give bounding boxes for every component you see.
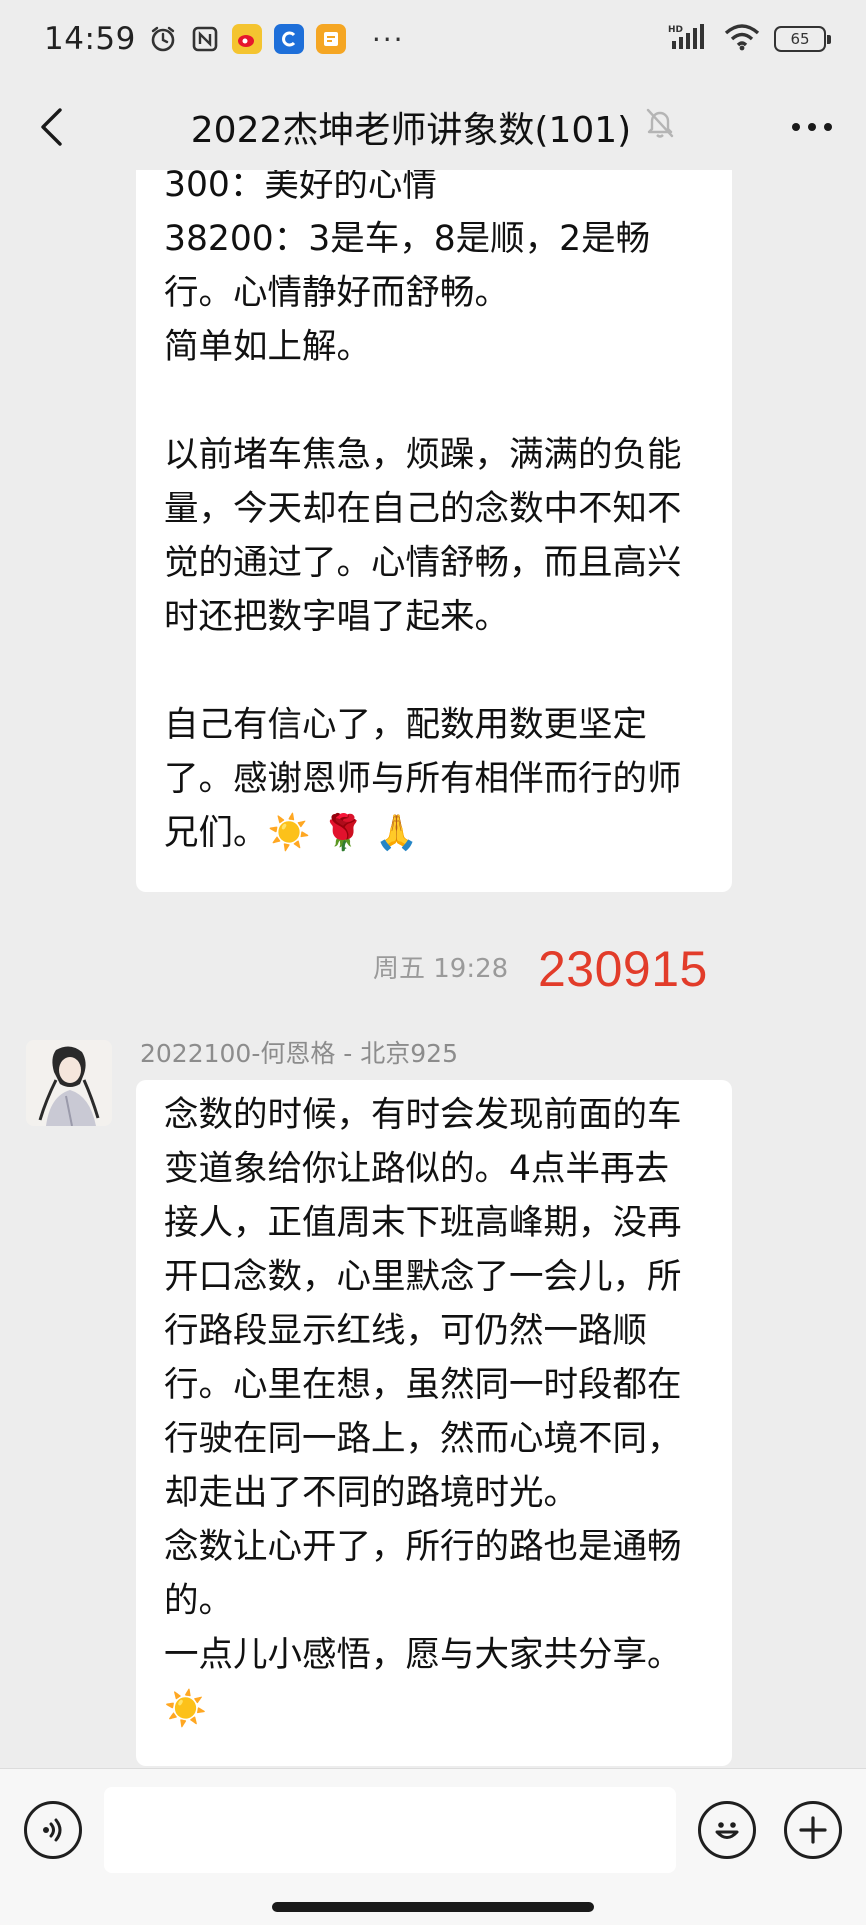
status-bar: 14:59 ··· HD 65: [0, 0, 866, 78]
chat-title: 2022杰坤老师讲象数(101): [191, 101, 675, 153]
message-line: 了。感谢恩师与所有相伴而行的师: [164, 759, 682, 799]
plus-icon: [799, 1816, 827, 1844]
emoji-button[interactable]: [698, 1801, 756, 1859]
message-line: 变道象给你让路似的。4点半再去: [164, 1149, 669, 1189]
message-line: 简单如上解。: [164, 327, 371, 367]
status-time: 14:59: [44, 21, 136, 57]
back-button[interactable]: [26, 102, 76, 152]
message-line: 却走出了不同的路境时光。: [164, 1473, 578, 1513]
voice-icon: [43, 1818, 62, 1842]
message-line: 行。心情静好而舒畅。: [164, 273, 509, 313]
message-input[interactable]: [104, 1787, 676, 1873]
plus-button[interactable]: [784, 1801, 842, 1859]
message-line: 觉的通过了。心情舒畅，而且高兴: [164, 543, 682, 583]
message-line: 时还把数字唱了起来。: [164, 597, 509, 637]
message-line: 兄们。: [164, 813, 268, 853]
message-line: 以前堵车焦急，烦躁，满满的负能: [164, 435, 682, 475]
message-line: 念数的时候，有时会发现前面的车: [164, 1095, 682, 1135]
weibo-icon: [231, 24, 262, 54]
sun-emoji: ☀️: [267, 813, 311, 853]
message-line: 一点儿小感悟，愿与大家共分享。: [164, 1635, 682, 1675]
sender-name: 2022100-何恩格 - 北京925: [140, 1039, 458, 1068]
wifi-icon: [724, 23, 760, 55]
chevron-left-icon: [41, 108, 62, 146]
battery-indicator: 65: [774, 26, 831, 52]
signal-icon: HD: [668, 23, 710, 55]
bell-muted-icon: [645, 107, 675, 148]
message-line: 念数让心开了，所行的路也是通畅: [164, 1527, 682, 1567]
message-line: 行路段显示红线，可仍然一路顺: [164, 1311, 647, 1351]
emoji-icon: [715, 1822, 739, 1839]
voice-button[interactable]: [24, 1801, 82, 1859]
chat-scroll-area[interactable]: 300：美好的心情 38200：3是车，8是顺，2是畅 行。心情静好而舒畅。 简…: [0, 170, 866, 1768]
message-line: 300：美好的心情: [164, 170, 437, 205]
more-dots-icon: [792, 123, 832, 131]
message-bubble[interactable]: 念数的时候，有时会发现前面的车 变道象给你让路似的。4点半再去 接人，正值周末下…: [136, 1080, 732, 1766]
status-more-dots: ···: [371, 22, 405, 56]
avatar[interactable]: [26, 1040, 112, 1126]
browser-icon: [273, 24, 304, 54]
message-line: 开口念数，心里默念了一会儿，所: [164, 1257, 682, 1297]
note-icon: [315, 24, 346, 54]
message-line: 行。心里在想，虽然同一时段都在: [164, 1365, 682, 1405]
nfc-icon: [190, 24, 220, 54]
timestamp-row: 周五 19:28 230915: [0, 927, 866, 1011]
alarm-icon: [148, 24, 178, 54]
message-line: 的。: [164, 1581, 233, 1621]
pray-emoji: 🙏: [375, 813, 419, 853]
message-bubble[interactable]: 300：美好的心情 38200：3是车，8是顺，2是畅 行。心情静好而舒畅。 简…: [136, 170, 732, 892]
message-line: 38200：3是车，8是顺，2是畅: [164, 219, 651, 259]
svg-text:HD: HD: [668, 25, 683, 35]
message-line: 行驶在同一路上，然而心境不同，: [164, 1419, 682, 1459]
message-line: 接人，正值周末下班高峰期，没再: [164, 1203, 682, 1243]
date-annotation: 230915: [538, 941, 708, 997]
sun-emoji: ☀️: [164, 1689, 207, 1729]
home-indicator[interactable]: [272, 1902, 594, 1912]
chat-title-text: 2022杰坤老师讲象数(101): [190, 110, 632, 151]
message-line: 量，今天却在自己的念数中不知不: [164, 489, 682, 529]
message-line: 自己有信心了，配数用数更坚定: [164, 705, 647, 745]
message-line-with-emoji: 兄们。☀️ 🌹 🙏: [164, 806, 706, 860]
chat-header: 2022杰坤老师讲象数(101): [0, 78, 866, 176]
message-timestamp: 周五 19:28: [373, 954, 509, 984]
rose-emoji: 🌹: [321, 813, 365, 853]
status-app-icons: ···: [148, 23, 405, 56]
more-options-button[interactable]: [784, 102, 840, 152]
